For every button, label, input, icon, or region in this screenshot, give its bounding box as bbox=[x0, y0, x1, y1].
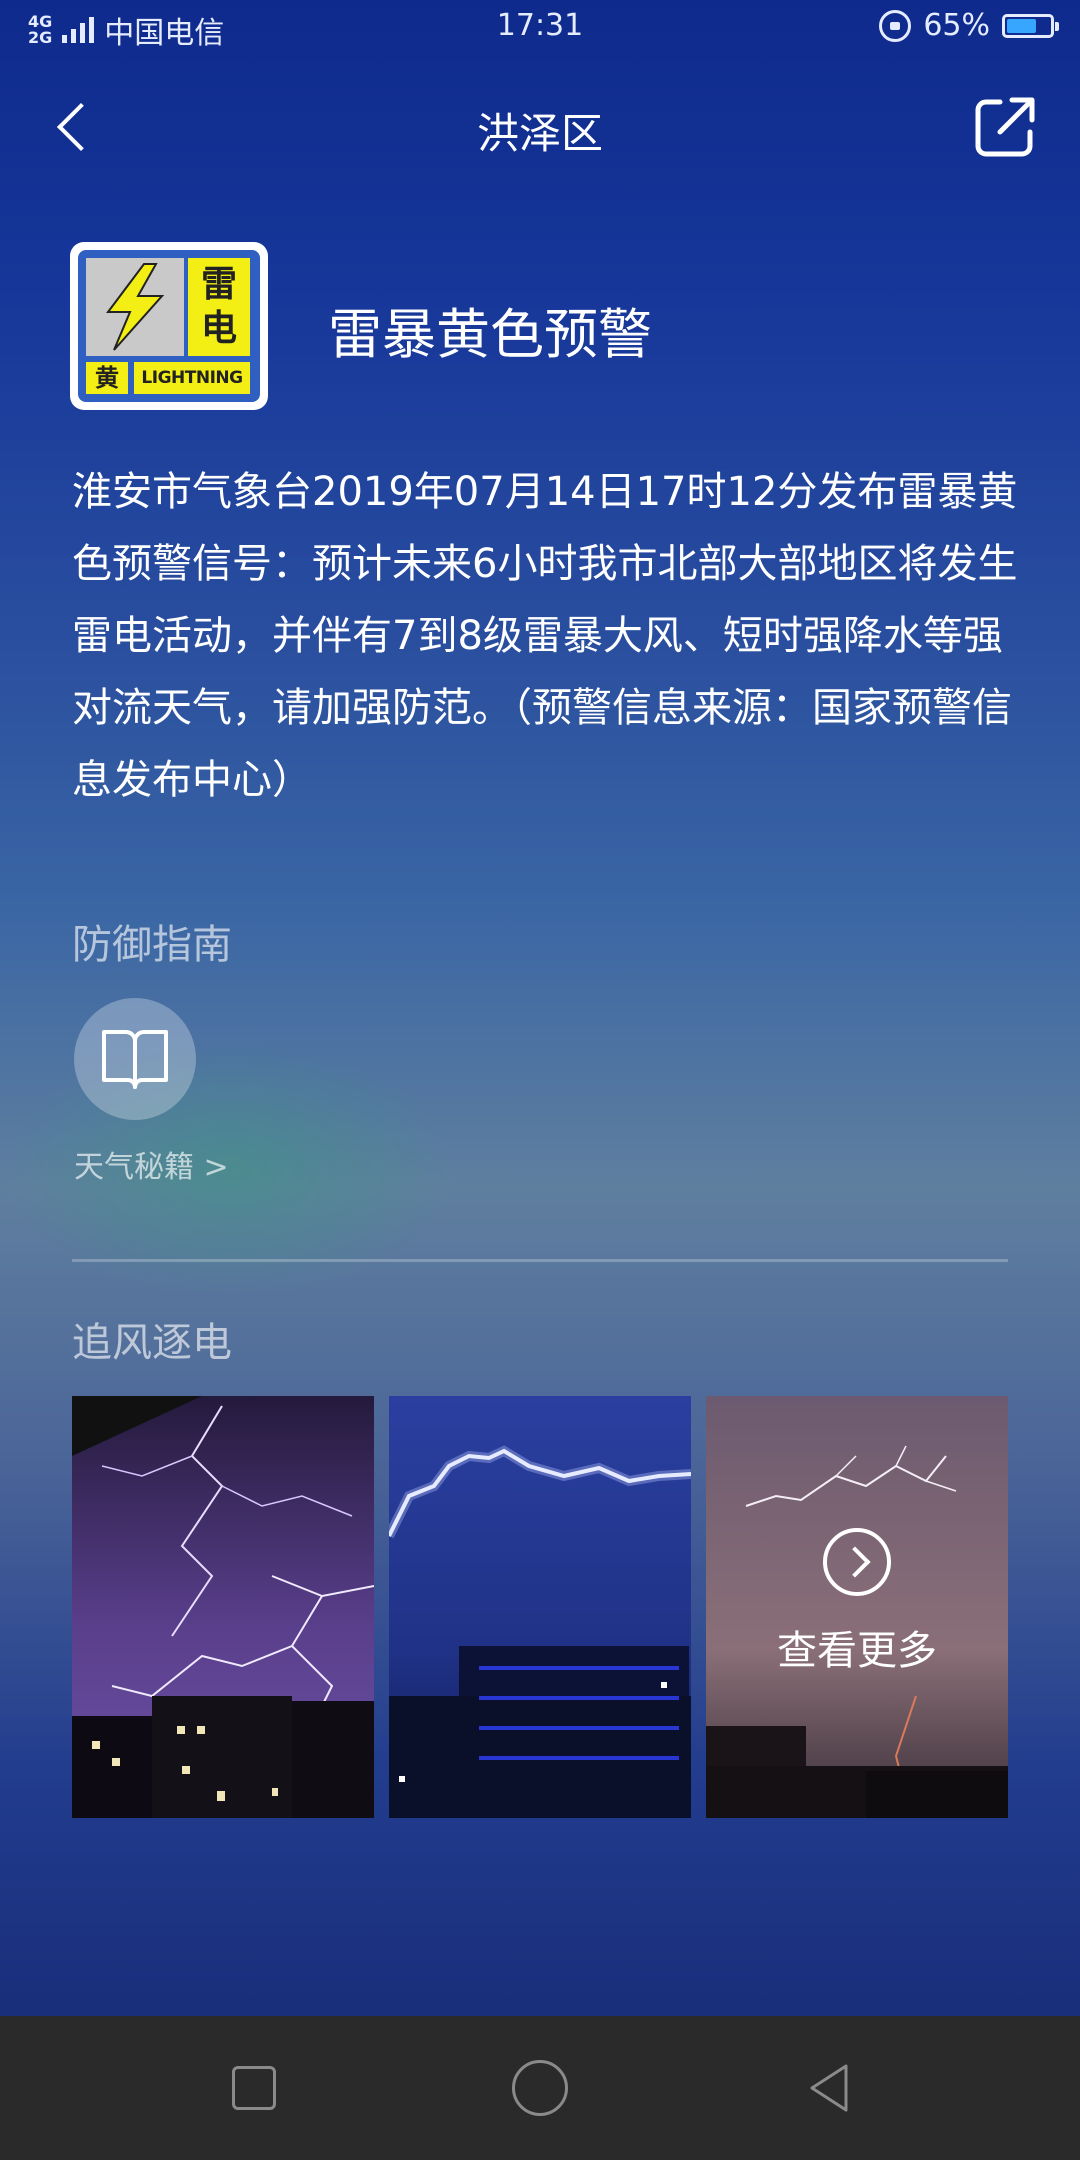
lightning-photo-blue[interactable] bbox=[389, 1396, 691, 1818]
navigation-bar bbox=[0, 2016, 1080, 2160]
section-divider bbox=[72, 1259, 1008, 1262]
battery-icon bbox=[1002, 13, 1059, 38]
view-more-overlay[interactable]: 查看更多 bbox=[706, 1396, 1008, 1818]
lightning-photo-purple[interactable] bbox=[72, 1396, 374, 1818]
warning-description: 淮安市气象台2019年07月14日17时12分发布雷暴黄色预警信号：预计未来6小… bbox=[72, 469, 1018, 803]
weather-guide-button[interactable] bbox=[74, 998, 196, 1120]
badge-char-2: 电 bbox=[200, 308, 237, 349]
warning-badge: 雷 电 黄 LIGHTNING bbox=[70, 242, 268, 410]
lightning-photo-more[interactable]: 查看更多 bbox=[706, 1396, 1008, 1818]
share-icon bbox=[975, 97, 1035, 157]
guide-section-title: 防御指南 bbox=[72, 922, 232, 968]
back-triangle-button[interactable] bbox=[802, 2060, 858, 2116]
chevron-right-icon bbox=[823, 1528, 891, 1596]
home-button[interactable] bbox=[512, 2060, 568, 2116]
badge-chinese-text: 雷 电 bbox=[188, 258, 250, 356]
share-button[interactable] bbox=[970, 92, 1040, 162]
storm-section-title: 追风逐电 bbox=[72, 1320, 232, 1366]
back-triangle-icon bbox=[810, 2064, 848, 2112]
badge-char-1: 雷 bbox=[200, 264, 237, 305]
recent-apps-button[interactable] bbox=[232, 2066, 276, 2110]
lightning-bolt-icon bbox=[86, 258, 184, 356]
top-bar: 洪泽区 bbox=[0, 80, 1080, 170]
book-icon bbox=[102, 1030, 168, 1089]
badge-level-label: 黄 bbox=[86, 362, 128, 394]
photo-gallery: 查看更多 bbox=[72, 1396, 1008, 1818]
weather-guide-link[interactable]: 天气秘籍 > bbox=[74, 1142, 229, 1186]
view-more-label: 查看更多 bbox=[777, 1628, 937, 1674]
badge-english-label: LIGHTNING bbox=[134, 362, 250, 394]
battery-percent: 65% bbox=[923, 8, 990, 43]
page-title: 洪泽区 bbox=[476, 109, 603, 158]
battery-level bbox=[1007, 18, 1036, 33]
rotation-lock-icon bbox=[879, 9, 912, 42]
status-bar: 4G 2G 中国电信 17:31 65% bbox=[0, 0, 1080, 52]
warning-title: 雷暴黄色预警 bbox=[328, 303, 652, 366]
warning-badge-inner: 雷 电 黄 LIGHTNING bbox=[78, 250, 260, 402]
status-right: 65% bbox=[879, 8, 1059, 43]
